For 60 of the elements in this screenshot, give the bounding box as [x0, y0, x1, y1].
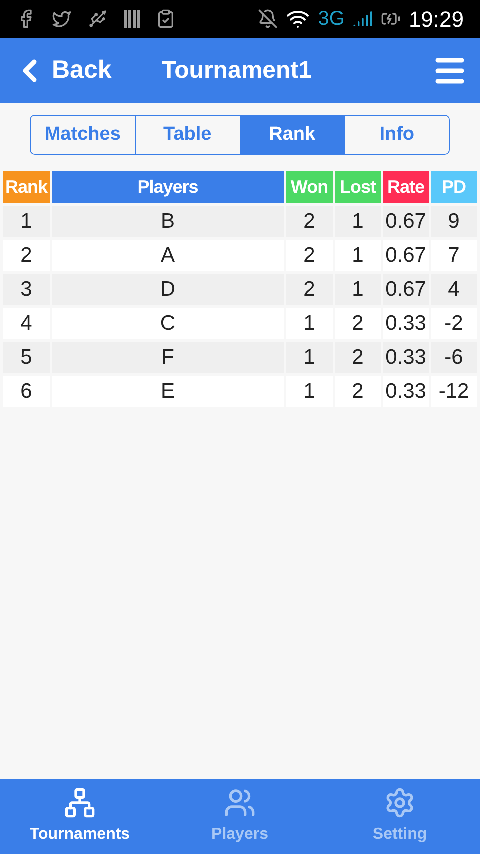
table-cell: C	[52, 308, 284, 339]
table-cell: 5	[3, 342, 50, 373]
table-cell: 4	[431, 274, 477, 305]
table-cell: E	[52, 376, 284, 407]
clock: 19:29	[408, 6, 464, 34]
table-cell: 0.33	[383, 376, 429, 407]
table-cell: F	[52, 342, 284, 373]
nav-tab[interactable]: Tournaments	[0, 779, 160, 854]
table-cell: 1	[286, 342, 333, 373]
table-cell: 2	[335, 342, 381, 373]
table-cell: 2	[286, 274, 333, 305]
back-button[interactable]: Back	[12, 52, 112, 90]
table-cell: 0.33	[383, 342, 429, 373]
table-cell: 1	[335, 274, 381, 305]
table-cell: 0.67	[383, 274, 429, 305]
column-header: Rank	[3, 171, 50, 203]
settings-icon	[384, 786, 416, 818]
table-cell: 4	[3, 308, 50, 339]
hierarchy-icon	[64, 786, 96, 818]
clipboard-icon	[156, 9, 176, 29]
network-type: 3G	[318, 7, 345, 32]
table-cell: D	[52, 274, 284, 305]
tab[interactable]: Info	[344, 116, 449, 154]
column-header: Won	[286, 171, 333, 203]
table-cell: 9	[431, 206, 477, 237]
table-cell: 2	[335, 376, 381, 407]
column-header: Players	[52, 171, 284, 203]
mute-icon	[258, 9, 278, 29]
people-icon	[224, 786, 256, 818]
table-cell: 2	[286, 240, 333, 271]
table-cell: 1	[3, 206, 50, 237]
nav-tab[interactable]: Setting	[320, 779, 480, 854]
table-cell: 2	[3, 240, 50, 271]
signal-icon	[352, 9, 373, 29]
table-cell: 1	[335, 240, 381, 271]
bird-icon	[52, 9, 72, 29]
table-cell: 6	[3, 376, 50, 407]
tab[interactable]: Rank	[240, 116, 344, 154]
table-cell: 2	[286, 206, 333, 237]
table-cell: A	[52, 240, 284, 271]
table-cell: 1	[286, 308, 333, 339]
screen-title: Tournament1	[162, 56, 312, 86]
table-cell: 3	[3, 274, 50, 305]
table-cell: B	[52, 206, 284, 237]
table-cell: -2	[431, 308, 477, 339]
nav-tab[interactable]: Players	[160, 779, 320, 854]
barcode-icon	[124, 10, 140, 28]
column-header: Lost	[335, 171, 381, 203]
table-cell: 7	[431, 240, 477, 271]
table-cell: 0.67	[383, 240, 429, 271]
column-header: PD	[431, 171, 477, 203]
table-cell: 2	[335, 308, 381, 339]
column-header: Rate	[383, 171, 429, 203]
table-cell: 1	[286, 376, 333, 407]
table-cell: 1	[335, 206, 381, 237]
table-cell: -12	[431, 376, 477, 407]
table-cell: 0.33	[383, 308, 429, 339]
table-cell: 0.67	[383, 206, 429, 237]
table-cell: -6	[431, 342, 477, 373]
usb-icon	[88, 9, 108, 29]
